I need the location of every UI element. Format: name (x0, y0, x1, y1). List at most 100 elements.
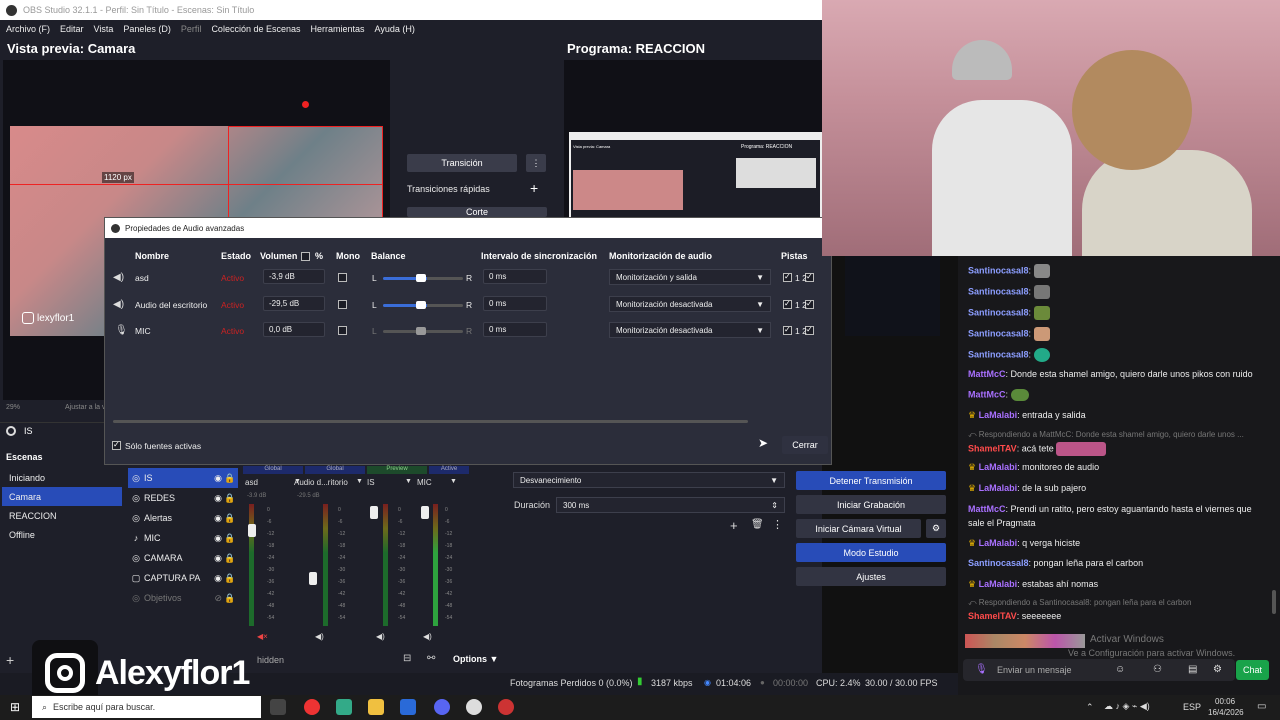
mute-icon[interactable]: ◀× (257, 632, 268, 641)
taskbar-search[interactable]: ⌕ Escribe aquí para buscar. (32, 696, 261, 718)
menu-edit[interactable]: Editar (60, 24, 84, 34)
menu-file[interactable]: Archivo (F) (6, 24, 50, 34)
cut-button[interactable]: Corte (407, 207, 547, 217)
balance-knob[interactable] (416, 301, 426, 309)
add-transition-icon[interactable]: + (730, 518, 738, 533)
eye-icon[interactable]: ◉ (214, 533, 222, 544)
stepper-icon[interactable]: ⇕ (771, 501, 778, 510)
monitor-select[interactable]: Monitorización desactivada ▼ (609, 322, 771, 338)
clock-time[interactable]: 00:06 (1215, 697, 1235, 706)
chat-input[interactable]: 🎙 Enviar un mensaje ☺ ⚇ ▤ ⚙ (963, 659, 1235, 681)
volume-fader[interactable] (370, 506, 378, 519)
clock-date[interactable]: 16/4/2026 (1208, 708, 1244, 717)
percent-checkbox[interactable] (301, 252, 310, 261)
scene-item[interactable]: Iniciando (2, 468, 122, 487)
obs-icon[interactable] (466, 699, 482, 715)
task-view-icon[interactable] (270, 699, 286, 715)
lock-icon[interactable]: 🔒 (222, 473, 238, 484)
app-icon[interactable] (498, 699, 514, 715)
volume-fader[interactable] (309, 572, 317, 585)
virtual-camera-button[interactable]: Iniciar Cámara Virtual (796, 519, 921, 538)
menu-help[interactable]: Ayuda (H) (375, 24, 415, 34)
windows-start-icon[interactable]: ⊞ (10, 700, 20, 714)
transition-button[interactable]: Transición (407, 154, 517, 172)
mixer-layout-icon[interactable]: ⊟ (403, 653, 411, 664)
source-item[interactable]: ▢ CAPTURA PA ◉ 🔒 (128, 568, 238, 588)
start-recording-button[interactable]: Iniciar Grabación (796, 495, 946, 514)
source-item[interactable]: ◎ REDES ◉ 🔒 (128, 488, 238, 508)
mic-icon[interactable]: 🎙 (975, 664, 988, 675)
lock-icon[interactable]: 🔒 (222, 513, 238, 524)
sync-input[interactable]: 0 ms (483, 296, 547, 311)
rotation-handle[interactable] (302, 101, 309, 108)
track-1-checkbox[interactable] (783, 326, 792, 335)
edge-icon[interactable] (336, 699, 352, 715)
mixer-options-button[interactable]: Options ▼ (453, 654, 498, 664)
add-scene-icon[interactable]: + (6, 652, 14, 668)
volume-input[interactable]: 0,0 dB (263, 322, 325, 337)
selection-box[interactable] (228, 126, 383, 221)
mixer-menu-icon[interactable]: ▼ (405, 478, 412, 485)
speaker-icon[interactable]: ◀) (376, 632, 385, 641)
chat-button[interactable]: Chat (1236, 660, 1269, 680)
lock-icon[interactable]: 🔒 (222, 533, 238, 544)
trash-icon[interactable]: 🗑 (751, 519, 764, 530)
lock-icon[interactable]: 🔒 (222, 493, 238, 504)
speaker-icon[interactable]: ◀) (423, 632, 432, 641)
volume-input[interactable]: -29,5 dB (263, 296, 325, 311)
more-icon[interactable]: ⋮ (772, 518, 783, 531)
eye-hidden-icon[interactable]: ⊘ (214, 593, 222, 604)
volume-fader[interactable] (248, 524, 256, 537)
source-item[interactable]: ♪ MIC ◉ 🔒 (128, 528, 238, 548)
eye-icon[interactable]: ◉ (214, 493, 222, 504)
mixer-menu-icon[interactable]: ▼ (356, 478, 363, 485)
sync-input[interactable]: 0 ms (483, 269, 547, 284)
balance-knob[interactable] (416, 327, 426, 335)
source-item[interactable]: ◎ Alertas ◉ 🔒 (128, 508, 238, 528)
menu-docks[interactable]: Paneles (D) (123, 24, 171, 34)
store-icon[interactable] (400, 699, 416, 715)
volume-input[interactable]: -3,9 dB (263, 269, 325, 284)
mixer-menu-icon[interactable]: ▼ (450, 478, 457, 485)
source-filter-icon[interactable] (6, 426, 16, 436)
eye-icon[interactable]: ◉ (214, 573, 222, 584)
explorer-icon[interactable] (368, 699, 384, 715)
gear-icon[interactable]: ⚙ (1213, 664, 1222, 675)
menu-view[interactable]: Vista (94, 24, 114, 34)
track-1-checkbox[interactable] (783, 300, 792, 309)
duration-input[interactable]: 300 ms ⇕ (556, 497, 785, 513)
notification-icon[interactable]: ▭ (1257, 701, 1266, 712)
lock-icon[interactable]: 🔒 (222, 573, 238, 584)
mono-checkbox[interactable] (338, 300, 347, 309)
menu-profile[interactable]: Perfil (181, 24, 202, 34)
lock-icon[interactable]: 🔒 (222, 593, 238, 604)
language-indicator[interactable]: ESP (1183, 702, 1201, 712)
mono-checkbox[interactable] (338, 273, 347, 282)
tray-icons[interactable]: ☁ ♪ ◈ ⌁ ◀) (1104, 701, 1150, 712)
balance-knob[interactable] (416, 274, 426, 282)
track-1-checkbox[interactable] (783, 273, 792, 282)
source-item[interactable]: ◎ CAMARA ◉ 🔒 (128, 548, 238, 568)
studio-mode-button[interactable]: Modo Estudio (796, 543, 946, 562)
scene-item[interactable]: REACCION (2, 506, 122, 525)
menu-tools[interactable]: Herramientas (311, 24, 365, 34)
settings-button[interactable]: Ajustes (796, 567, 946, 586)
horizontal-scrollbar[interactable] (113, 420, 748, 423)
source-item[interactable]: ◎ IS ◉ 🔒 (128, 468, 238, 488)
volume-fader[interactable] (421, 506, 429, 519)
chrome-icon[interactable] (304, 699, 320, 715)
add-quick-transition-icon[interactable]: + (530, 180, 538, 196)
users-icon[interactable]: ⚇ (1153, 664, 1162, 675)
mixer-link-icon[interactable]: ⚯ (427, 653, 435, 664)
monitor-select[interactable]: Monitorización desactivada ▼ (609, 296, 771, 312)
mono-checkbox[interactable] (338, 326, 347, 335)
eye-icon[interactable]: ◉ (214, 553, 222, 564)
sync-input[interactable]: 0 ms (483, 322, 547, 337)
active-only-checkbox[interactable] (112, 441, 121, 450)
transition-menu-icon[interactable]: ⋮ (526, 154, 546, 172)
tray-chevron-icon[interactable]: ⌃ (1086, 702, 1094, 713)
transition-select[interactable]: Desvanecimiento ▼ (513, 472, 785, 488)
emoji-icon[interactable]: ☺ (1115, 664, 1125, 675)
discord-icon[interactable] (434, 699, 450, 715)
lock-icon[interactable]: 🔒 (222, 553, 238, 564)
